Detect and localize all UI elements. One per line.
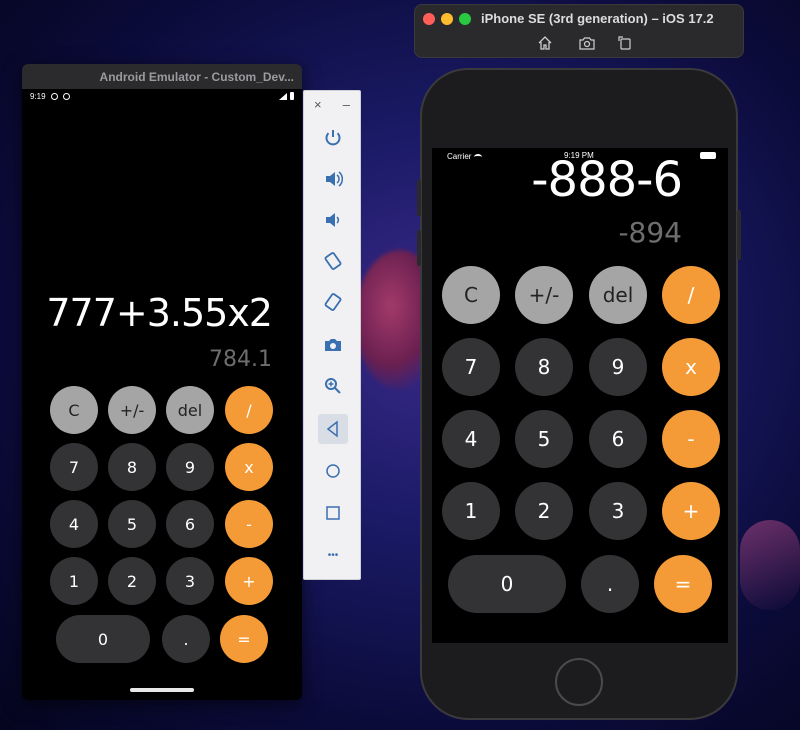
android-keypad: C +/- del / 7 8 9 x 4 5 6 - 1 2 3 + 0 . … (22, 386, 302, 676)
digit-5-button[interactable]: 5 (515, 410, 573, 468)
minus-button[interactable]: - (662, 410, 720, 468)
digit-7-button[interactable]: 7 (50, 443, 98, 491)
digit-9-button[interactable]: 9 (166, 443, 214, 491)
digit-5-button[interactable]: 5 (108, 500, 156, 548)
android-gesture-bar[interactable] (130, 688, 194, 692)
digit-6-button[interactable]: 6 (166, 500, 214, 548)
volume-down-icon[interactable] (318, 205, 348, 235)
ios-expression-display: -888-6 (531, 152, 683, 208)
toolbar-close-button[interactable]: × (314, 97, 322, 112)
digit-6-button[interactable]: 6 (589, 410, 647, 468)
android-status-bar: 9:19 (22, 89, 302, 103)
android-window-titlebar[interactable]: Android Emulator - Custom_Dev... (22, 64, 302, 89)
digit-4-button[interactable]: 4 (50, 500, 98, 548)
wifi-icon (279, 92, 287, 100)
plus-button[interactable]: + (225, 557, 273, 605)
android-result-display: 784.1 (209, 347, 272, 372)
home-icon[interactable] (318, 456, 348, 486)
equals-button[interactable]: = (220, 615, 268, 663)
iphone-home-button[interactable] (555, 658, 603, 706)
camera-icon[interactable] (318, 330, 348, 360)
wallpaper-decoration (740, 520, 800, 610)
digit-9-button[interactable]: 9 (589, 338, 647, 396)
notification-icon (62, 92, 70, 100)
multiply-button[interactable]: x (662, 338, 720, 396)
android-expression-display: 777+3.55x2 (46, 291, 273, 335)
minus-button[interactable]: - (225, 500, 273, 548)
delete-button[interactable]: del (589, 266, 647, 324)
divide-button[interactable]: / (662, 266, 720, 324)
screenshot-icon[interactable] (579, 35, 595, 51)
minimize-window-button[interactable] (441, 13, 453, 25)
dot-button[interactable]: . (581, 555, 639, 613)
zoom-icon[interactable] (318, 371, 348, 401)
volume-button[interactable] (417, 230, 421, 266)
back-icon[interactable] (318, 414, 348, 444)
divide-button[interactable]: / (225, 386, 273, 434)
battery-icon (290, 92, 294, 100)
digit-3-button[interactable]: 3 (166, 557, 214, 605)
rotate-left-icon[interactable] (318, 246, 348, 276)
delete-button[interactable]: del (166, 386, 214, 434)
battery-icon (700, 152, 716, 159)
rotate-icon[interactable] (617, 35, 633, 51)
wifi-icon (474, 153, 483, 160)
digit-2-button[interactable]: 2 (108, 557, 156, 605)
iphone-screen: Carrier 9:19 PM -888-6 -894 C +/- del / … (432, 148, 728, 643)
emulator-side-toolbar: × – ••• (303, 90, 361, 580)
ios-window-title: iPhone SE (3rd generation) – iOS 17.2 (481, 11, 714, 26)
digit-1-button[interactable]: 1 (50, 557, 98, 605)
zoom-window-button[interactable] (459, 13, 471, 25)
iphone-device-frame: Carrier 9:19 PM -888-6 -894 C +/- del / … (417, 68, 741, 720)
volume-button[interactable] (417, 180, 421, 216)
digit-2-button[interactable]: 2 (515, 482, 573, 540)
carrier-label: Carrier (447, 152, 472, 161)
notification-icon (50, 92, 58, 100)
clear-button[interactable]: C (442, 266, 500, 324)
close-window-button[interactable] (423, 13, 435, 25)
side-button[interactable] (737, 210, 741, 260)
power-icon[interactable] (318, 123, 348, 153)
sign-button[interactable]: +/- (515, 266, 573, 324)
equals-button[interactable]: = (654, 555, 712, 613)
more-label: ••• (327, 549, 339, 561)
android-window-title: Android Emulator - Custom_Dev... (99, 69, 294, 84)
digit-1-button[interactable]: 1 (442, 482, 500, 540)
digit-3-button[interactable]: 3 (589, 482, 647, 540)
multiply-button[interactable]: x (225, 443, 273, 491)
more-icon[interactable]: ••• (318, 540, 348, 570)
toolbar-minimize-button[interactable]: – (343, 97, 350, 112)
digit-0-button[interactable]: 0 (448, 555, 566, 613)
rotate-right-icon[interactable] (318, 287, 348, 317)
android-status-time: 9:19 (30, 91, 46, 101)
digit-0-button[interactable]: 0 (56, 615, 150, 663)
digit-8-button[interactable]: 8 (515, 338, 573, 396)
plus-button[interactable]: + (662, 482, 720, 540)
volume-up-icon[interactable] (318, 164, 348, 194)
ios-result-display: -894 (618, 216, 682, 249)
dot-button[interactable]: . (162, 615, 210, 663)
digit-7-button[interactable]: 7 (442, 338, 500, 396)
ios-simulator-titlebar[interactable]: iPhone SE (3rd generation) – iOS 17.2 (414, 4, 744, 58)
digit-4-button[interactable]: 4 (442, 410, 500, 468)
clear-button[interactable]: C (50, 386, 98, 434)
home-icon[interactable] (537, 35, 553, 51)
sign-button[interactable]: +/- (108, 386, 156, 434)
digit-8-button[interactable]: 8 (108, 443, 156, 491)
overview-icon[interactable] (318, 498, 348, 528)
android-emulator-window: Android Emulator - Custom_Dev... 9:19 77… (22, 64, 302, 700)
